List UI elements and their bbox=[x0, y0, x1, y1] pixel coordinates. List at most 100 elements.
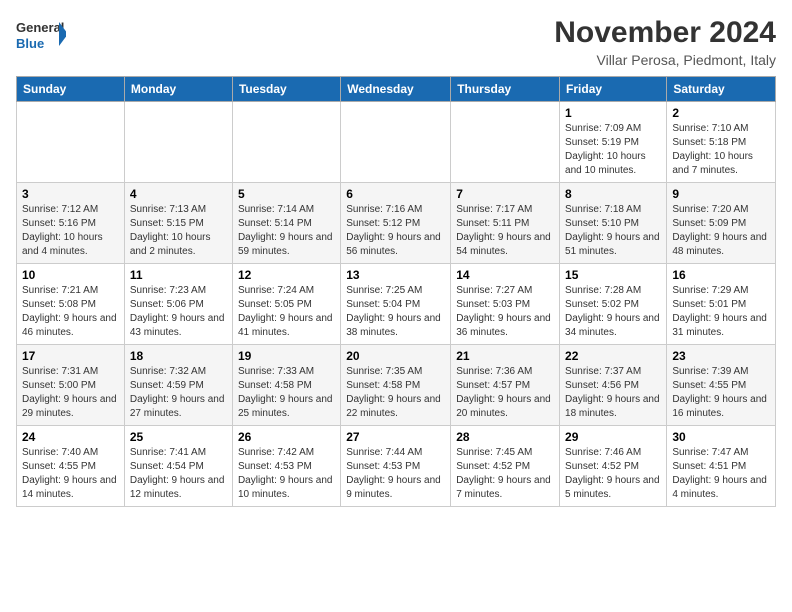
calendar-cell: 13 Sunrise: 7:25 AM Sunset: 5:04 PM Dayli… bbox=[341, 264, 451, 345]
day-number: 4 bbox=[130, 187, 227, 201]
day-number: 2 bbox=[672, 106, 770, 120]
day-number: 30 bbox=[672, 430, 770, 444]
day-info: Sunrise: 7:16 AM Sunset: 5:12 PM Dayligh… bbox=[346, 203, 445, 259]
day-number: 6 bbox=[346, 187, 445, 201]
weekday-header-row: SundayMondayTuesdayWednesdayThursdayFrid… bbox=[17, 77, 776, 102]
day-number: 19 bbox=[238, 349, 335, 363]
weekday-header-sunday: Sunday bbox=[17, 77, 125, 102]
calendar-cell: 29 Sunrise: 7:46 AM Sunset: 4:52 PM Dayli… bbox=[560, 426, 667, 507]
calendar-cell: 1Sunrise: 7:09 AM Sunset: 5:19 PM Daylig… bbox=[560, 102, 667, 183]
day-number: 18 bbox=[130, 349, 227, 363]
weekday-header-saturday: Saturday bbox=[667, 77, 776, 102]
day-info: Sunrise: 7:40 AM Sunset: 4:55 PM Dayligh… bbox=[22, 446, 119, 502]
calendar-cell: 3 Sunrise: 7:12 AM Sunset: 5:16 PM Daylig… bbox=[17, 183, 125, 264]
month-title: November 2024 bbox=[554, 16, 776, 50]
calendar-cell: 16 Sunrise: 7:29 AM Sunset: 5:01 PM Dayli… bbox=[667, 264, 776, 345]
day-info: Sunrise: 7:25 AM Sunset: 5:04 PM Dayligh… bbox=[346, 284, 445, 340]
calendar-table: SundayMondayTuesdayWednesdayThursdayFrid… bbox=[16, 76, 776, 507]
day-number: 3 bbox=[22, 187, 119, 201]
calendar-row-1: 3 Sunrise: 7:12 AM Sunset: 5:16 PM Daylig… bbox=[17, 183, 776, 264]
location: Villar Perosa, Piedmont, Italy bbox=[554, 52, 776, 68]
calendar-cell: 22 Sunrise: 7:37 AM Sunset: 4:56 PM Dayli… bbox=[560, 345, 667, 426]
header: General Blue November 2024 Villar Perosa… bbox=[16, 16, 776, 68]
calendar-cell: 19 Sunrise: 7:33 AM Sunset: 4:58 PM Dayli… bbox=[232, 345, 340, 426]
day-info: Sunrise: 7:21 AM Sunset: 5:08 PM Dayligh… bbox=[22, 284, 119, 340]
calendar-cell: 12 Sunrise: 7:24 AM Sunset: 5:05 PM Dayli… bbox=[232, 264, 340, 345]
calendar-cell: 30 Sunrise: 7:47 AM Sunset: 4:51 PM Dayli… bbox=[667, 426, 776, 507]
svg-text:Blue: Blue bbox=[16, 36, 44, 51]
day-number: 9 bbox=[672, 187, 770, 201]
weekday-header-wednesday: Wednesday bbox=[341, 77, 451, 102]
day-number: 20 bbox=[346, 349, 445, 363]
calendar-cell: 2 Sunrise: 7:10 AM Sunset: 5:18 PM Daylig… bbox=[667, 102, 776, 183]
day-info: Sunrise: 7:17 AM Sunset: 5:11 PM Dayligh… bbox=[456, 203, 554, 259]
day-number: 14 bbox=[456, 268, 554, 282]
calendar-cell: 24 Sunrise: 7:40 AM Sunset: 4:55 PM Dayli… bbox=[17, 426, 125, 507]
day-number: 26 bbox=[238, 430, 335, 444]
day-number: 10 bbox=[22, 268, 119, 282]
day-number: 28 bbox=[456, 430, 554, 444]
calendar-cell: 8 Sunrise: 7:18 AM Sunset: 5:10 PM Daylig… bbox=[560, 183, 667, 264]
calendar-cell: 18 Sunrise: 7:32 AM Sunset: 4:59 PM Dayli… bbox=[124, 345, 232, 426]
day-info: Sunrise: 7:31 AM Sunset: 5:00 PM Dayligh… bbox=[22, 365, 119, 421]
day-info: Sunrise: 7:24 AM Sunset: 5:05 PM Dayligh… bbox=[238, 284, 335, 340]
day-info: Sunrise: 7:18 AM Sunset: 5:10 PM Dayligh… bbox=[565, 203, 661, 259]
day-number: 17 bbox=[22, 349, 119, 363]
calendar-cell bbox=[232, 102, 340, 183]
day-info: Sunrise: 7:13 AM Sunset: 5:15 PM Dayligh… bbox=[130, 203, 227, 259]
day-number: 12 bbox=[238, 268, 335, 282]
weekday-header-monday: Monday bbox=[124, 77, 232, 102]
calendar-row-2: 10 Sunrise: 7:21 AM Sunset: 5:08 PM Dayli… bbox=[17, 264, 776, 345]
day-number: 29 bbox=[565, 430, 661, 444]
day-info: Sunrise: 7:33 AM Sunset: 4:58 PM Dayligh… bbox=[238, 365, 335, 421]
svg-text:General: General bbox=[16, 20, 64, 35]
day-info: Sunrise: 7:23 AM Sunset: 5:06 PM Dayligh… bbox=[130, 284, 227, 340]
calendar-row-0: 1Sunrise: 7:09 AM Sunset: 5:19 PM Daylig… bbox=[17, 102, 776, 183]
day-info: Sunrise: 7:47 AM Sunset: 4:51 PM Dayligh… bbox=[672, 446, 770, 502]
day-number: 8 bbox=[565, 187, 661, 201]
calendar-cell bbox=[124, 102, 232, 183]
calendar-cell: 17 Sunrise: 7:31 AM Sunset: 5:00 PM Dayli… bbox=[17, 345, 125, 426]
day-info: Sunrise: 7:29 AM Sunset: 5:01 PM Dayligh… bbox=[672, 284, 770, 340]
calendar-cell: 25Sunrise: 7:41 AM Sunset: 4:54 PM Dayli… bbox=[124, 426, 232, 507]
calendar-cell: 14 Sunrise: 7:27 AM Sunset: 5:03 PM Dayli… bbox=[451, 264, 560, 345]
day-info: Sunrise: 7:27 AM Sunset: 5:03 PM Dayligh… bbox=[456, 284, 554, 340]
day-info: Sunrise: 7:14 AM Sunset: 5:14 PM Dayligh… bbox=[238, 203, 335, 259]
calendar-cell: 10 Sunrise: 7:21 AM Sunset: 5:08 PM Dayli… bbox=[17, 264, 125, 345]
logo-svg: General Blue bbox=[16, 16, 66, 58]
calendar-cell: 5Sunrise: 7:14 AM Sunset: 5:14 PM Daylig… bbox=[232, 183, 340, 264]
day-number: 24 bbox=[22, 430, 119, 444]
calendar-row-4: 24 Sunrise: 7:40 AM Sunset: 4:55 PM Dayli… bbox=[17, 426, 776, 507]
day-number: 22 bbox=[565, 349, 661, 363]
calendar-cell: 26Sunrise: 7:42 AM Sunset: 4:53 PM Dayli… bbox=[232, 426, 340, 507]
calendar-cell: 9 Sunrise: 7:20 AM Sunset: 5:09 PM Daylig… bbox=[667, 183, 776, 264]
calendar-cell: 27 Sunrise: 7:44 AM Sunset: 4:53 PM Dayli… bbox=[341, 426, 451, 507]
weekday-header-tuesday: Tuesday bbox=[232, 77, 340, 102]
day-info: Sunrise: 7:37 AM Sunset: 4:56 PM Dayligh… bbox=[565, 365, 661, 421]
day-info: Sunrise: 7:12 AM Sunset: 5:16 PM Dayligh… bbox=[22, 203, 119, 259]
calendar-cell: 15Sunrise: 7:28 AM Sunset: 5:02 PM Dayli… bbox=[560, 264, 667, 345]
calendar-row-3: 17 Sunrise: 7:31 AM Sunset: 5:00 PM Dayli… bbox=[17, 345, 776, 426]
weekday-header-thursday: Thursday bbox=[451, 77, 560, 102]
day-info: Sunrise: 7:10 AM Sunset: 5:18 PM Dayligh… bbox=[672, 122, 770, 178]
calendar-cell bbox=[451, 102, 560, 183]
day-number: 1 bbox=[565, 106, 661, 120]
calendar-cell: 11 Sunrise: 7:23 AM Sunset: 5:06 PM Dayli… bbox=[124, 264, 232, 345]
calendar-cell: 20 Sunrise: 7:35 AM Sunset: 4:58 PM Dayli… bbox=[341, 345, 451, 426]
day-info: Sunrise: 7:32 AM Sunset: 4:59 PM Dayligh… bbox=[130, 365, 227, 421]
day-number: 13 bbox=[346, 268, 445, 282]
day-info: Sunrise: 7:46 AM Sunset: 4:52 PM Dayligh… bbox=[565, 446, 661, 502]
day-info: Sunrise: 7:45 AM Sunset: 4:52 PM Dayligh… bbox=[456, 446, 554, 502]
day-info: Sunrise: 7:35 AM Sunset: 4:58 PM Dayligh… bbox=[346, 365, 445, 421]
day-info: Sunrise: 7:36 AM Sunset: 4:57 PM Dayligh… bbox=[456, 365, 554, 421]
day-number: 23 bbox=[672, 349, 770, 363]
day-info: Sunrise: 7:44 AM Sunset: 4:53 PM Dayligh… bbox=[346, 446, 445, 502]
day-info: Sunrise: 7:20 AM Sunset: 5:09 PM Dayligh… bbox=[672, 203, 770, 259]
calendar-cell bbox=[341, 102, 451, 183]
day-info: Sunrise: 7:41 AM Sunset: 4:54 PM Dayligh… bbox=[130, 446, 227, 502]
day-number: 15 bbox=[565, 268, 661, 282]
calendar-cell: 21Sunrise: 7:36 AM Sunset: 4:57 PM Dayli… bbox=[451, 345, 560, 426]
day-number: 16 bbox=[672, 268, 770, 282]
day-number: 27 bbox=[346, 430, 445, 444]
day-number: 11 bbox=[130, 268, 227, 282]
